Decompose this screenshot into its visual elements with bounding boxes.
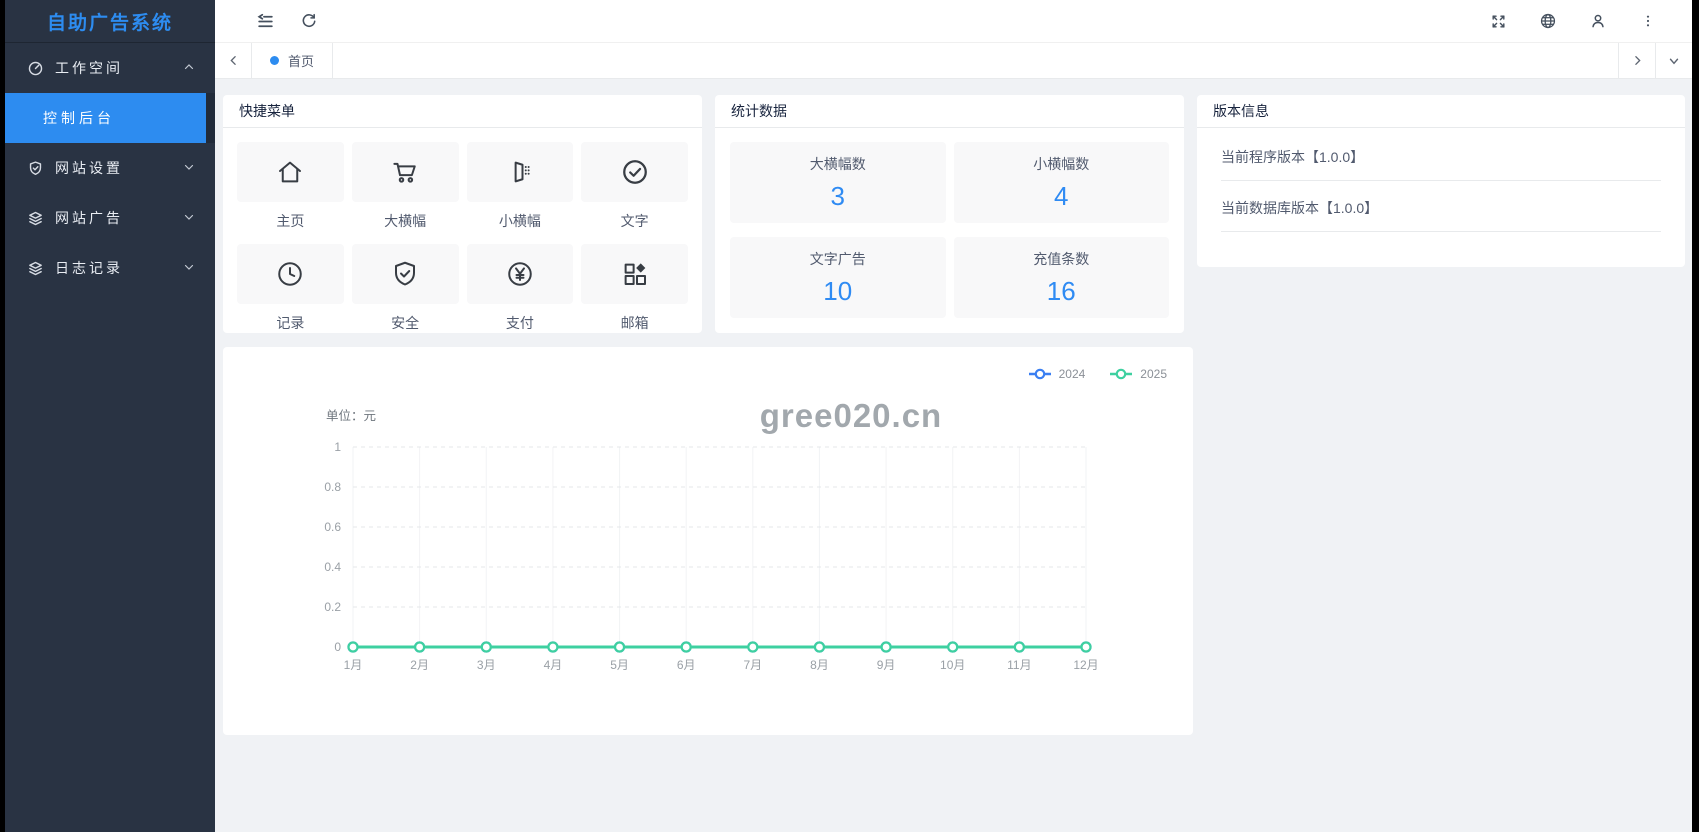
chevron-down-icon	[183, 210, 195, 226]
svg-text:0: 0	[334, 640, 341, 654]
tab-bar: 首页	[215, 43, 1692, 79]
card-title: 快捷菜单	[223, 95, 702, 128]
card-title: 统计数据	[715, 95, 1184, 128]
quick-item-home[interactable]: 主页	[237, 142, 344, 231]
svg-text:12月: 12月	[1073, 658, 1098, 672]
check-circle-icon	[581, 142, 688, 202]
statistics-grid: 大横幅数 3 小横幅数 4 文字广告 10 充值条数	[715, 128, 1184, 332]
tabs-scroll-left-button[interactable]	[215, 43, 252, 78]
svg-text:0.8: 0.8	[324, 480, 341, 494]
fullscreen-icon[interactable]	[1476, 0, 1520, 42]
tabs-menu-dropdown-button[interactable]	[1655, 43, 1692, 78]
svg-text:1: 1	[334, 440, 341, 454]
tabs-scroll-right-button[interactable]	[1618, 43, 1655, 78]
quick-item-big-banner[interactable]: 大横幅	[352, 142, 459, 231]
screen: 自助广告系统 工作空间 控制后台 网	[0, 0, 1699, 832]
stat-small-banner-count: 小横幅数 4	[954, 142, 1170, 223]
svg-text:8月: 8月	[810, 658, 829, 672]
header-actions	[1476, 0, 1670, 42]
sidebar-item-logs[interactable]: 日志记录	[5, 243, 215, 293]
more-vertical-icon[interactable]	[1626, 0, 1670, 42]
quick-item-payment[interactable]: 支付	[467, 244, 574, 333]
svg-text:4月: 4月	[544, 658, 563, 672]
grid-icon	[581, 244, 688, 304]
svg-text:1月: 1月	[344, 658, 363, 672]
refresh-icon[interactable]	[287, 0, 331, 42]
content-area: 快捷菜单 主页	[215, 79, 1692, 832]
database-version-row: 当前数据库版本【1.0.0】	[1221, 181, 1661, 232]
chart-legend: 2024 2025	[1028, 367, 1167, 381]
svg-text:11月: 11月	[1007, 658, 1031, 672]
shield-icon	[27, 160, 44, 177]
quick-item-mailbox[interactable]: 邮箱	[581, 244, 688, 333]
tab-home[interactable]: 首页	[252, 43, 333, 78]
home-icon	[237, 142, 344, 202]
app-logo: 自助广告系统	[5, 0, 215, 43]
quick-item-text[interactable]: 文字	[581, 142, 688, 231]
admin-app: 自助广告系统 工作空间 控制后台 网	[5, 0, 1692, 832]
svg-text:6月: 6月	[677, 658, 696, 672]
card-title: 版本信息	[1197, 95, 1685, 128]
sidebar-item-label: 工作空间	[55, 58, 123, 78]
svg-text:2月: 2月	[410, 658, 429, 672]
chevron-down-icon	[183, 160, 195, 176]
sidebar: 自助广告系统 工作空间 控制后台 网	[5, 0, 215, 832]
chart-unit-label: 单位：元	[326, 405, 376, 424]
quick-menu-card: 快捷菜单 主页	[223, 95, 702, 333]
tab-label: 首页	[288, 51, 314, 70]
sidebar-item-label: 网站广告	[55, 208, 123, 228]
quick-item-security[interactable]: 安全	[352, 244, 459, 333]
sidebar-item-label: 网站设置	[55, 158, 123, 178]
chevron-up-icon	[183, 60, 195, 76]
language-globe-icon[interactable]	[1526, 0, 1570, 42]
revenue-line-chart: 00.20.40.60.811月2月3月4月5月6月7月8月9月10月11月12…	[223, 427, 1193, 697]
user-icon[interactable]	[1576, 0, 1620, 42]
svg-text:3月: 3月	[477, 658, 496, 672]
quick-menu-grid: 主页 大横幅	[223, 128, 702, 346]
layers-icon	[27, 210, 44, 227]
top-header	[215, 0, 1692, 43]
layers-icon	[27, 260, 44, 277]
quick-item-small-banner[interactable]: 小横幅	[467, 142, 574, 231]
svg-text:10月: 10月	[940, 658, 965, 672]
workspace-submenu: 控制后台	[5, 93, 215, 143]
chevron-down-icon	[183, 260, 195, 276]
quick-item-records[interactable]: 记录	[237, 244, 344, 333]
svg-text:9月: 9月	[877, 658, 896, 672]
sidebar-item-site-settings[interactable]: 网站设置	[5, 143, 215, 193]
svg-text:5月: 5月	[610, 658, 629, 672]
tabbar-spacer	[333, 43, 1618, 78]
cart-icon	[352, 142, 459, 202]
submenu-item-label: 控制后台	[43, 108, 115, 128]
svg-text:0.6: 0.6	[324, 520, 341, 534]
main-area: 首页 快捷菜单	[215, 0, 1692, 832]
shield-check-icon	[352, 244, 459, 304]
stat-big-banner-count: 大横幅数 3	[730, 142, 946, 223]
stat-text-ad-count: 文字广告 10	[730, 237, 946, 318]
active-tab-dot	[270, 56, 279, 65]
version-info-card: 版本信息 当前程序版本【1.0.0】 当前数据库版本【1.0.0】	[1197, 95, 1685, 267]
collapse-menu-icon[interactable]	[243, 0, 287, 42]
clock-icon	[237, 244, 344, 304]
sidebar-item-site-ads[interactable]: 网站广告	[5, 193, 215, 243]
sidebar-item-control-panel[interactable]: 控制后台	[5, 93, 206, 143]
legend-item-2025[interactable]: 2025	[1109, 367, 1167, 381]
stat-recharge-count: 充值条数 16	[954, 237, 1170, 318]
svg-text:0.4: 0.4	[324, 560, 341, 574]
svg-text:0.2: 0.2	[324, 600, 341, 614]
revenue-chart-card: 2024 2025 单位：元 gree020.cn 00.20.40.60.81…	[223, 347, 1193, 735]
legend-item-2024[interactable]: 2024	[1028, 367, 1086, 381]
statistics-card: 统计数据 大横幅数 3 小横幅数 4 文字广告 10	[715, 95, 1184, 333]
svg-text:7月: 7月	[743, 658, 762, 672]
dashboard-icon	[27, 60, 44, 77]
sidebar-item-workspace[interactable]: 工作空间	[5, 43, 215, 93]
yen-icon	[467, 244, 574, 304]
banner-icon	[467, 142, 574, 202]
program-version-row: 当前程序版本【1.0.0】	[1221, 130, 1661, 181]
sidebar-item-label: 日志记录	[55, 258, 123, 278]
